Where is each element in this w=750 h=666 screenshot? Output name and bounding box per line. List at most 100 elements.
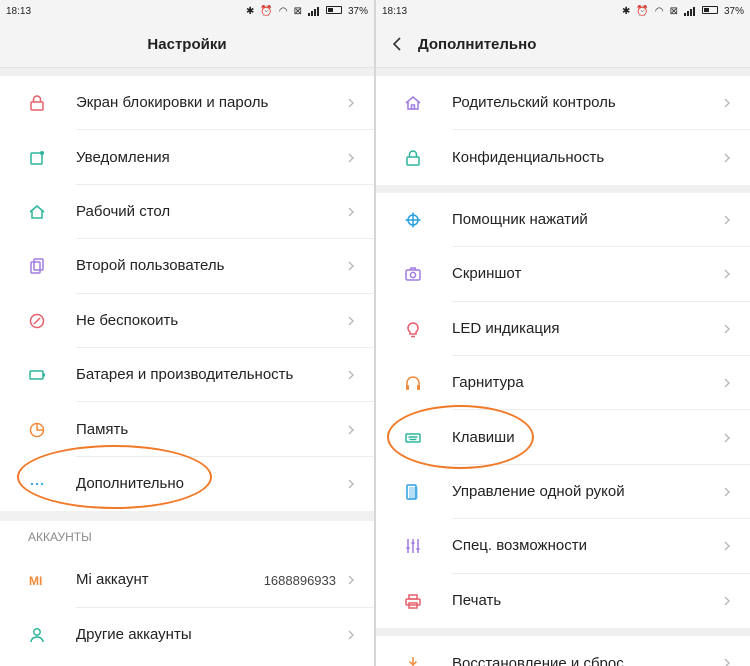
chevron-right-icon: [722, 433, 732, 443]
settings-row[interactable]: Родительский контроль: [376, 76, 750, 131]
chevron-right-icon: [346, 98, 356, 108]
mi-icon: MI: [0, 553, 76, 607]
chevron-right-icon: [722, 98, 732, 108]
chevron-right-icon: [722, 269, 732, 279]
svg-text:MI: MI: [29, 574, 42, 588]
bluetooth-icon: ✱: [622, 5, 631, 17]
status-bar: 18:13 ✱ ⏰ ◠ ⊠ 37%: [376, 0, 750, 22]
chevron-right-icon: [722, 541, 732, 551]
settings-row-label: Память: [76, 402, 374, 457]
bluetooth-icon: ✱: [246, 5, 255, 17]
chevron-right-icon: [722, 596, 732, 606]
chevron-right-icon: [722, 215, 732, 225]
chevron-right-icon: [346, 630, 356, 640]
settings-row[interactable]: Второй пользователь: [0, 239, 374, 294]
settings-row-label: Управление одной рукой: [452, 465, 750, 520]
section-gap: [376, 68, 750, 76]
no-sim-icon: ⊠: [293, 5, 302, 17]
settings-row-label: Скриншот: [452, 247, 750, 302]
settings-row[interactable]: Управление одной рукой: [376, 465, 750, 520]
settings-row[interactable]: Печать: [376, 574, 750, 628]
headphones-icon: [376, 356, 452, 410]
additional-settings-screen: 18:13 ✱ ⏰ ◠ ⊠ 37% Дополнительно Родитель…: [376, 0, 750, 666]
chevron-right-icon: [346, 153, 356, 163]
settings-row[interactable]: Другие аккаунты: [0, 608, 374, 662]
settings-row[interactable]: Уведомления: [0, 130, 374, 185]
settings-row[interactable]: Клавиши: [376, 410, 750, 465]
settings-row[interactable]: Дополнительно: [0, 457, 374, 511]
notification-icon: [0, 130, 76, 184]
chevron-right-icon: [346, 425, 356, 435]
back-arrow-icon[interactable]: [390, 36, 406, 52]
account-id-value: 1688896933: [263, 572, 336, 588]
settings-row[interactable]: Память: [0, 402, 374, 457]
do-not-disturb-icon: [0, 294, 76, 348]
settings-row[interactable]: Восстановление и сброс: [376, 636, 750, 666]
settings-screen: 18:13 ✱ ⏰ ◠ ⊠ 37% Настройки Экран блокир…: [0, 0, 374, 666]
section-gap: [0, 68, 374, 76]
page-title: Дополнительно: [418, 36, 537, 53]
settings-row-label: Помощник нажатий: [452, 193, 750, 248]
status-time: 18:13: [6, 5, 32, 17]
settings-row-label: Клавиши: [452, 410, 750, 465]
chevron-right-icon: [722, 487, 732, 497]
section-gap: [376, 184, 750, 193]
settings-row[interactable]: Скриншот: [376, 247, 750, 302]
accounts-section-header: АККАУНТЫ: [0, 521, 374, 554]
reset-group: Восстановление и сброс: [376, 636, 750, 666]
reset-icon: [376, 636, 452, 666]
section-gap: [376, 627, 750, 636]
settings-row-label: Дополнительно: [76, 475, 184, 493]
settings-row[interactable]: Батарея и производительность: [0, 348, 374, 403]
settings-row-label: Другие аккаунты: [76, 626, 192, 644]
status-bar: 18:13 ✱ ⏰ ◠ ⊠ 37%: [0, 0, 374, 22]
second-user-icon: [0, 239, 76, 293]
settings-row[interactable]: MI Mi аккаунт 1688896933: [0, 553, 374, 608]
settings-row-label: Не беспокоить: [76, 294, 374, 348]
settings-row[interactable]: Помощник нажатий: [376, 193, 750, 248]
no-sim-icon: ⊠: [669, 5, 678, 17]
settings-row[interactable]: Гарнитура: [376, 356, 750, 411]
sliders-icon: [376, 519, 452, 573]
settings-row[interactable]: Не беспокоить: [0, 294, 374, 348]
settings-row-label: Печать: [452, 592, 502, 610]
system-group: Помощник нажатий Скриншот LED индикация Гар…: [376, 193, 750, 628]
settings-row-label: Экран блокировки и пароль: [76, 76, 374, 131]
chevron-right-icon: [346, 207, 356, 217]
accounts-list: MI Mi аккаунт 1688896933 Другие аккаунты: [0, 553, 374, 662]
camera-icon: [376, 247, 452, 301]
page-title: Настройки: [0, 22, 374, 68]
chevron-right-icon: [722, 153, 732, 163]
chevron-right-icon: [346, 370, 356, 380]
settings-row-label: Рабочий стол: [76, 185, 374, 240]
chevron-right-icon: [346, 479, 356, 489]
settings-row-label: Восстановление и сброс: [452, 654, 624, 666]
title-bar: Дополнительно: [376, 22, 750, 68]
settings-row-label: Второй пользователь: [76, 239, 374, 294]
chevron-right-icon: [722, 658, 732, 666]
settings-row[interactable]: Рабочий стол: [0, 185, 374, 240]
settings-row[interactable]: Спец. возможности: [376, 519, 750, 574]
lock-icon: [376, 130, 452, 184]
settings-row-label: LED индикация: [452, 302, 750, 356]
settings-row[interactable]: LED индикация: [376, 302, 750, 356]
settings-row[interactable]: Конфиденциальность: [376, 130, 750, 184]
settings-row-label: Конфиденциальность: [452, 149, 605, 167]
signal-icon: [683, 6, 696, 16]
chevron-right-icon: [346, 261, 356, 271]
battery-status-icon: [701, 5, 718, 17]
more-icon: [0, 457, 76, 511]
battery-icon: [0, 348, 76, 402]
settings-row-label: Батарея и производительность: [76, 348, 374, 403]
wifi-icon: ◠: [278, 5, 288, 17]
privacy-group: Родительский контроль Конфиденциальность: [376, 76, 750, 185]
alarm-icon: ⏰: [636, 5, 649, 17]
settings-list: Экран блокировки и пароль Уведомления Рабо…: [0, 76, 374, 511]
battery-status-icon: [325, 5, 342, 17]
battery-percent: 37%: [347, 5, 368, 17]
section-separator: [0, 511, 374, 522]
settings-row[interactable]: Экран блокировки и пароль: [0, 76, 374, 131]
chevron-right-icon: [346, 575, 356, 585]
alarm-icon: ⏰: [260, 5, 273, 17]
one-hand-icon: [376, 465, 452, 519]
